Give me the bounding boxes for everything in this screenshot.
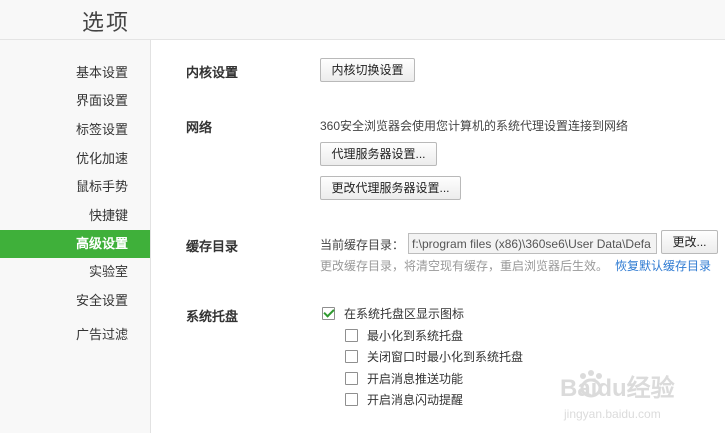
current-cache-label: 当前缓存目录： xyxy=(320,238,405,252)
checkbox-icon[interactable] xyxy=(345,349,358,363)
sidebar-item-basic[interactable]: 基本设置 xyxy=(0,59,150,87)
title-bar: 选项 xyxy=(0,0,725,40)
message-flash-option[interactable]: 开启消息闪动提醒 xyxy=(345,390,463,408)
change-proxy-settings-button[interactable]: 更改代理服务器设置... xyxy=(320,176,461,200)
kernel-switch-button[interactable]: 内核切换设置 xyxy=(320,58,415,82)
message-push-option[interactable]: 开启消息推送功能 xyxy=(345,369,463,387)
page-title: 选项 xyxy=(82,10,131,35)
cache-hint: 更改缓存目录，将清空现有缓存，重启浏览器后生效。 xyxy=(320,259,609,273)
checkbox-checked-icon[interactable] xyxy=(322,306,335,320)
option-label: 在系统托盘区显示图标 xyxy=(344,306,465,321)
cache-path-input[interactable] xyxy=(408,233,657,254)
watermark-text: Baidu经验 xyxy=(560,374,675,402)
change-cache-button[interactable]: 更改... xyxy=(661,230,718,254)
sidebar-item-lab[interactable]: 实验室 xyxy=(0,258,150,286)
sidebar-item-shortcuts[interactable]: 快捷键 xyxy=(0,202,150,230)
baidu-watermark: Baidu经验 jingyan.baidu.com xyxy=(560,370,675,421)
option-label: 关闭窗口时最小化到系统托盘 xyxy=(367,349,524,364)
sidebar-item-optimize[interactable]: 优化加速 xyxy=(0,145,150,173)
close-minimize-to-tray-option[interactable]: 关闭窗口时最小化到系统托盘 xyxy=(345,347,523,365)
cache-section-label: 缓存目录 xyxy=(186,239,239,254)
minimize-to-tray-option[interactable]: 最小化到系统托盘 xyxy=(345,326,463,344)
watermark-subtext: jingyan.baidu.com xyxy=(563,407,661,421)
sidebar-item-mouse-gestures[interactable]: 鼠标手势 xyxy=(0,173,150,201)
show-tray-icon-option[interactable]: 在系统托盘区显示图标 xyxy=(322,304,464,322)
sidebar-item-advanced[interactable]: 高级设置 xyxy=(0,230,150,258)
sidebar-item-security[interactable]: 安全设置 xyxy=(0,287,150,315)
proxy-settings-button[interactable]: 代理服务器设置... xyxy=(320,142,437,166)
tray-section-label: 系统托盘 xyxy=(186,309,239,324)
sidebar-item-ad-filter[interactable]: 广告过滤 xyxy=(0,321,150,349)
option-label: 开启消息闪动提醒 xyxy=(367,392,464,407)
restore-default-cache-link[interactable]: 恢复默认缓存目录 xyxy=(615,257,711,274)
network-section-label: 网络 xyxy=(186,120,213,135)
checkbox-icon[interactable] xyxy=(345,392,358,406)
checkbox-icon[interactable] xyxy=(345,371,358,385)
option-label: 开启消息推送功能 xyxy=(367,371,464,386)
checkbox-icon[interactable] xyxy=(345,328,358,342)
paw-logo-icon xyxy=(580,370,602,398)
kernel-section-label: 内核设置 xyxy=(186,65,239,80)
network-description: 360安全浏览器会使用您计算机的系统代理设置连接到网络 xyxy=(320,119,629,133)
sidebar-item-interface[interactable]: 界面设置 xyxy=(0,87,150,115)
sidebar-item-tabs[interactable]: 标签设置 xyxy=(0,116,150,144)
sidebar: 基本设置 界面设置 标签设置 优化加速 鼠标手势 快捷键 高级设置 实验室 安全… xyxy=(0,40,151,433)
option-label: 最小化到系统托盘 xyxy=(367,328,464,343)
